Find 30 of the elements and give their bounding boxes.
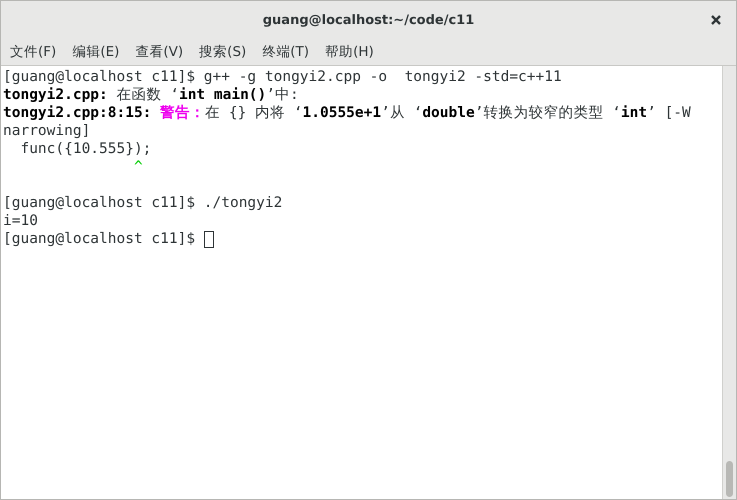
menu-item[interactable]: 文件(F) — [3, 41, 64, 63]
terminal-text: ’转换为较窄的类型 ‘ — [474, 104, 621, 122]
scrollbar[interactable] — [722, 66, 736, 499]
terminal-text: tongyi2.cpp: — [3, 86, 108, 104]
window-title: guang@localhost:~/code/c11 — [262, 12, 474, 28]
terminal-text: double — [422, 104, 475, 122]
terminal-text: 在函数 ‘ — [115, 86, 179, 104]
menu-item[interactable]: 搜索(S) — [192, 41, 254, 63]
terminal-text: ’中: — [266, 86, 299, 104]
terminal-text: tongyi2.cpp:8:15: — [3, 104, 152, 122]
menu-item[interactable]: 编辑(E) — [65, 41, 126, 63]
warning-label: 警告： — [160, 104, 206, 122]
terminal-text: int main() — [178, 86, 266, 104]
terminal-text: ’ [-W — [647, 104, 691, 122]
terminal-text: [guang@localhost c11]$ ./tongyi2 — [3, 194, 282, 212]
terminal-text: ’从 ‘ — [381, 104, 422, 122]
terminal-text: 1.0555e+1 — [302, 104, 382, 122]
menu-item[interactable]: 帮助(H) — [318, 41, 381, 63]
text-cursor — [204, 230, 214, 248]
terminal-text: i=10 — [3, 212, 38, 230]
caret-marker: ^ — [132, 158, 143, 176]
menu-item[interactable]: 查看(V) — [128, 41, 190, 63]
terminal-text: 在 {} 内将 ‘ — [205, 104, 303, 122]
terminal-text: [guang@localhost c11]$ g++ -g tongyi2.cpp -o tongyi2 -std=c++11 — [3, 68, 562, 86]
terminal-text: func({10.555}); — [19, 140, 152, 158]
menu-item[interactable]: 终端(T) — [255, 41, 316, 63]
terminal-text: narrowing] — [3, 122, 90, 140]
terminal-text: [guang@localhost c11]$ — [3, 230, 196, 248]
terminal-text: int — [620, 104, 648, 122]
scrollbar-thumb[interactable] — [726, 461, 733, 497]
